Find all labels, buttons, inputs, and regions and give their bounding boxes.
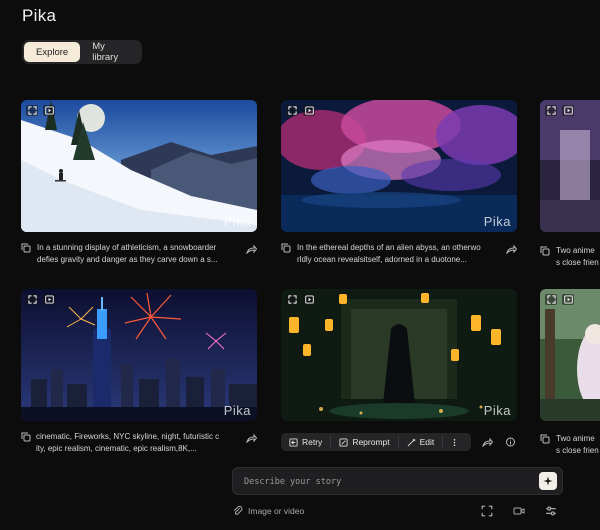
video-thumbnail[interactable]: Pika <box>21 100 257 232</box>
retry-label: Retry <box>302 437 323 447</box>
wand-icon <box>407 438 416 446</box>
fullscreen-icon[interactable] <box>26 105 38 116</box>
more-options-button[interactable] <box>443 433 466 451</box>
anime-scene <box>540 289 600 421</box>
temple-scene <box>281 289 517 421</box>
share-icon[interactable] <box>246 244 257 254</box>
anime-scene <box>540 100 600 232</box>
fullscreen-icon[interactable] <box>286 105 298 116</box>
aspect-ratio-icon[interactable] <box>481 505 493 517</box>
play-icon[interactable] <box>303 294 315 305</box>
share-icon[interactable] <box>506 244 517 254</box>
tab-explore[interactable]: Explore <box>24 42 81 62</box>
video-action-bar: Retry Reprompt Edit <box>281 433 471 451</box>
fireworks-scene <box>21 289 257 421</box>
copy-icon[interactable] <box>21 243 31 253</box>
copy-icon[interactable] <box>281 243 291 253</box>
fullscreen-icon[interactable] <box>286 294 298 305</box>
prompt-box <box>232 467 563 495</box>
sparkle-icon <box>543 476 553 486</box>
attach-label: Image or video <box>248 505 305 516</box>
caption-line-1: cinematic, Fireworks, NYC skyline, night… <box>36 432 220 441</box>
attach-media-button[interactable]: Image or video <box>232 505 304 516</box>
reprompt-icon <box>339 437 348 447</box>
fullscreen-icon[interactable] <box>26 294 38 305</box>
reprompt-button[interactable]: Reprompt <box>331 433 397 451</box>
generate-button[interactable] <box>539 472 557 490</box>
play-icon[interactable] <box>43 294 55 305</box>
video-thumbnail[interactable] <box>540 100 600 232</box>
tab-my-library[interactable]: My library <box>80 41 140 63</box>
pika-watermark: Pika <box>223 214 251 229</box>
play-icon[interactable] <box>562 105 574 116</box>
video-thumbnail[interactable]: Pika <box>281 100 517 232</box>
retry-button[interactable]: Retry <box>281 433 330 451</box>
play-icon[interactable] <box>303 105 315 116</box>
copy-icon[interactable] <box>21 432 31 442</box>
snowboard-scene <box>21 100 257 232</box>
view-tabs: Explore My library <box>22 40 142 64</box>
prompt-input[interactable] <box>242 473 526 491</box>
share-icon[interactable] <box>246 433 257 443</box>
retry-icon <box>289 437 298 447</box>
reprompt-label: Reprompt <box>352 437 390 447</box>
caption-line-1: Two anime <box>556 246 595 255</box>
pika-watermark: Pika <box>223 403 251 418</box>
caption-line-2: ity, epic realism, cinematic, epic reali… <box>36 444 197 453</box>
paperclip-icon <box>233 505 243 515</box>
settings-sliders-icon[interactable] <box>545 505 557 517</box>
pika-watermark: Pika <box>483 403 511 418</box>
fullscreen-icon[interactable] <box>545 105 557 116</box>
pika-watermark: Pika <box>483 214 511 229</box>
caption-line-2: s close frien <box>556 446 599 455</box>
edit-button[interactable]: Edit <box>399 433 443 451</box>
caption-line-1: Two anime <box>556 434 595 443</box>
video-thumbnail[interactable]: Pika <box>281 289 517 421</box>
edit-label: Edit <box>419 437 435 447</box>
copy-icon[interactable] <box>540 246 550 256</box>
fullscreen-icon[interactable] <box>545 294 557 305</box>
info-icon[interactable] <box>505 437 516 447</box>
app-logo[interactable]: Pika <box>22 6 56 26</box>
video-camera-icon[interactable] <box>513 505 525 517</box>
copy-icon[interactable] <box>540 434 550 444</box>
play-icon[interactable] <box>562 294 574 305</box>
abyss-scene <box>281 100 517 232</box>
more-vertical-icon <box>453 438 456 446</box>
video-thumbnail[interactable]: Pika <box>21 289 257 421</box>
caption-line-1: In a stunning display of athleticism, a … <box>37 243 217 252</box>
play-icon[interactable] <box>43 105 55 116</box>
caption-line-2: defies gravity and danger as they carve … <box>37 255 218 264</box>
caption-line-2: s close frien <box>556 258 599 267</box>
share-icon[interactable] <box>482 437 493 447</box>
caption-line-1: In the ethereal depths of an alien abyss… <box>297 243 481 252</box>
caption-line-2: rldly ocean revealsitself, adorned in a … <box>297 255 467 264</box>
video-thumbnail[interactable] <box>540 289 600 421</box>
